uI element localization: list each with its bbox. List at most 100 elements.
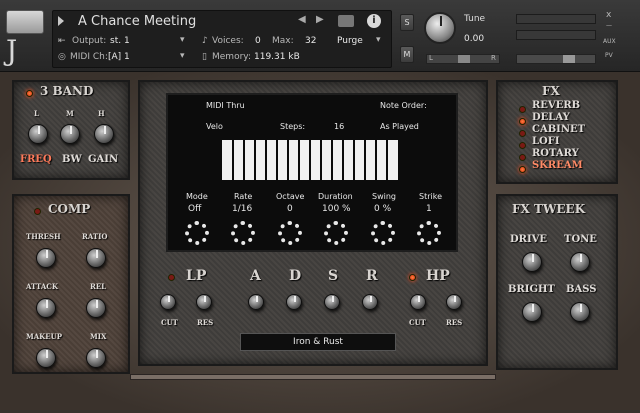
reverb-led[interactable] [519,106,526,113]
arp-octave-value: 0 [287,204,293,214]
pv-button[interactable]: PV [605,52,613,59]
comp-rel-label: REL [90,282,107,291]
eq-power-led[interactable] [26,90,33,97]
comp-panel: COMP THRESH RATIO ATTACK REL MAKEUP MIX [12,194,130,374]
fx-skream-button[interactable]: SKREAM [532,160,583,171]
eq-freq-button[interactable]: FREQ [20,154,52,165]
lp-power-led[interactable] [168,274,175,281]
lp-cut-knob[interactable] [160,294,176,310]
instrument-name[interactable]: A Chance Meeting [78,14,196,29]
release-knob[interactable] [362,294,378,310]
hp-cut-knob[interactable] [410,294,426,310]
minimize-icon[interactable]: — [606,22,612,29]
tune-knob[interactable] [424,12,456,44]
arp-octave-label: Octave [276,192,305,201]
attack-knob[interactable] [248,294,264,310]
midi-icon: ◎ [58,52,66,62]
fx-lofi-button[interactable]: LOFI [532,136,560,147]
bright-knob[interactable] [522,302,542,322]
camera-icon[interactable] [338,15,354,27]
fx-reverb-button[interactable]: REVERB [532,100,580,111]
velo-toggle[interactable]: Velo [206,122,223,131]
eq-high-knob[interactable] [94,124,114,144]
steps-value[interactable]: 16 [334,122,344,131]
arp-swing-knob[interactable] [371,221,395,245]
drive-label: DRIVE [510,234,548,245]
comp-makeup-label: MAKEUP [26,332,62,341]
solo-button[interactable]: S [400,14,414,31]
drive-knob[interactable] [522,252,542,272]
tone-knob[interactable] [570,252,590,272]
next-preset-icon[interactable]: ▶ [316,14,324,25]
arp-duration-value: 100 % [322,204,351,214]
comp-ratio-label: RATIO [82,232,108,241]
lp-res-knob[interactable] [196,294,212,310]
comp-ratio-knob[interactable] [86,248,106,268]
eq-mid-knob[interactable] [60,124,80,144]
comp-thresh-knob[interactable] [36,248,56,268]
output-select[interactable]: st. 1 [110,36,130,46]
delay-led[interactable] [519,118,526,125]
lp-res-label: RES [197,318,214,327]
fx-title: FX [542,84,560,98]
bass-knob[interactable] [570,302,590,322]
rotary-led[interactable] [519,154,526,161]
wrench-icon[interactable] [6,10,44,34]
arp-octave-knob[interactable] [278,221,302,245]
eq-gain-button[interactable]: GAIN [88,154,118,165]
lofi-led[interactable] [519,142,526,149]
fx-cabinet-button[interactable]: CABINET [532,124,585,135]
info-icon[interactable]: i [367,14,381,28]
arp-mode-knob[interactable] [185,221,209,245]
mute-button[interactable]: M [400,46,414,63]
decay-knob[interactable] [286,294,302,310]
arp-rate-knob[interactable] [231,221,255,245]
prev-preset-icon[interactable]: ◀ [298,14,306,25]
note-order-label: Note Order: [380,101,427,110]
eq-low-knob[interactable] [28,124,48,144]
hp-res-knob[interactable] [446,294,462,310]
instrument-logo: J [6,34,18,67]
aux-button[interactable]: AUX [603,38,616,45]
memory-icon: ▯ [202,52,207,62]
purge-dropdown-icon[interactable]: ▾ [376,35,381,45]
arp-duration-knob[interactable] [324,221,348,245]
comp-attack-knob[interactable] [36,298,56,318]
step-sequencer[interactable] [222,140,398,180]
comp-mix-knob[interactable] [86,348,106,368]
cabinet-led[interactable] [519,130,526,137]
arp-strike-knob[interactable] [417,221,441,245]
fx-delay-button[interactable]: DELAY [532,112,570,123]
purge-button[interactable]: Purge [337,36,363,46]
midi-channel-select[interactable]: [A] 1 [108,52,130,62]
comp-title: COMP [48,202,91,216]
release-title: R [366,268,378,284]
preset-display[interactable]: Iron & Rust [240,333,396,351]
pan-handle[interactable] [458,55,470,63]
comp-rel-knob[interactable] [86,298,106,318]
max-voices-value[interactable]: 32 [305,36,316,46]
eq-low-label: L [34,109,39,118]
tune-value: 0.00 [464,34,485,44]
midi-thru-toggle[interactable]: MIDI Thru [206,101,245,110]
hp-title: HP [426,268,450,284]
eq-bw-button[interactable]: BW [62,154,82,165]
comp-power-led[interactable] [34,208,41,215]
arp-swing-label: Swing [372,192,396,201]
hp-power-led[interactable] [409,274,416,281]
output-dropdown-icon[interactable]: ▾ [180,35,185,45]
midi-dropdown-icon[interactable]: ▾ [180,51,185,61]
attack-title: A [250,268,261,284]
close-button[interactable]: x [606,10,611,20]
fx-rotary-button[interactable]: ROTARY [532,148,579,159]
pan-slider[interactable]: L R [426,54,500,64]
volume-handle[interactable] [563,55,575,63]
collapse-triangle-icon[interactable] [58,16,64,26]
comp-attack-label: ATTACK [26,282,58,291]
volume-slider[interactable] [516,54,596,64]
sustain-knob[interactable] [324,294,340,310]
comp-makeup-knob[interactable] [36,348,56,368]
skream-led[interactable] [519,166,526,173]
arp-mode-label: Mode [186,192,208,201]
note-order-value[interactable]: As Played [380,122,419,131]
